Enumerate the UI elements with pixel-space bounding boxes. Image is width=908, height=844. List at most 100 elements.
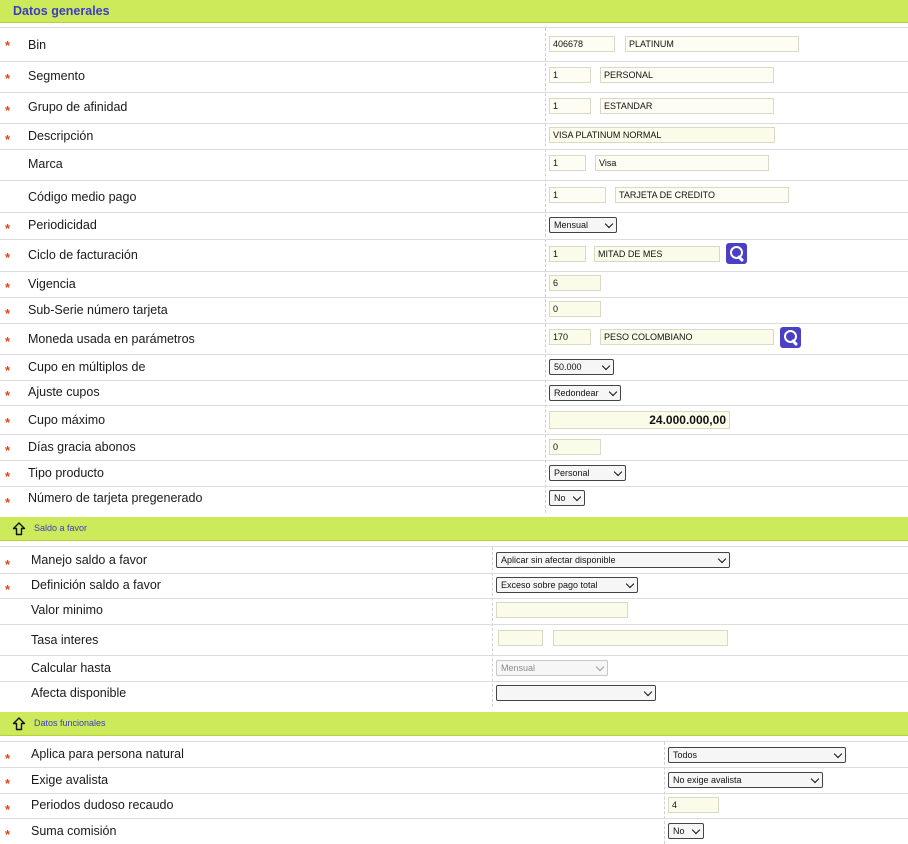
row-cupo-maximo: * Cupo máximo 24.000.000,00: [0, 405, 908, 434]
row-definicion-saldo: * Definición saldo a favor Exceso sobre …: [0, 573, 908, 598]
pregenerado-value: No: [554, 493, 566, 503]
chevron-down-icon: [606, 221, 613, 228]
definicion-value: Exceso sobre pago total: [501, 580, 598, 590]
required-mark: *: [5, 221, 11, 236]
arrow-up-icon[interactable]: [12, 522, 26, 536]
row-subserie: * Sub-Serie número tarjeta 0: [0, 297, 908, 323]
required-mark: *: [5, 827, 11, 842]
avalista-select[interactable]: No exige avalista: [668, 772, 823, 788]
bin-code-field[interactable]: 406678: [549, 36, 615, 52]
required-mark: *: [5, 443, 11, 458]
persona-value: Todos: [673, 750, 698, 760]
segmento-label: Segmento: [28, 69, 85, 83]
calcular-select: Mensual: [496, 660, 608, 676]
tasa-code-field[interactable]: [498, 630, 543, 646]
manejo-select[interactable]: Aplicar sin afectar disponible: [496, 552, 730, 568]
row-dudoso-recaudo: * Periodos dudoso recaudo 4: [0, 793, 908, 818]
moneda-name-field[interactable]: PESO COLOMBIANO: [600, 329, 774, 345]
required-mark: *: [5, 334, 11, 349]
section-title: Saldo a favor: [34, 523, 88, 533]
required-mark: *: [5, 132, 11, 147]
section-header-saldo-a-favor[interactable]: Saldo a favor: [0, 517, 908, 541]
marca-name-field[interactable]: Visa: [595, 155, 769, 171]
descripcion-field[interactable]: VISA PLATINUM NORMAL: [549, 127, 775, 143]
required-mark: *: [5, 250, 11, 265]
tasa-name-field[interactable]: [553, 630, 728, 646]
row-ciclo: * Ciclo de facturación 1 MITAD DE MES: [0, 239, 908, 271]
definicion-select[interactable]: Exceso sobre pago total: [496, 577, 638, 593]
valor-minimo-field[interactable]: [496, 602, 628, 618]
required-mark: *: [5, 582, 11, 597]
grupo-name-field[interactable]: ESTANDAR: [600, 98, 774, 114]
tipo-producto-select[interactable]: Personal: [549, 465, 626, 481]
subserie-label: Sub-Serie número tarjeta: [28, 303, 168, 317]
comision-label: Suma comisión: [31, 824, 117, 838]
calcular-value: Mensual: [501, 663, 536, 673]
persona-select[interactable]: Todos: [668, 747, 846, 763]
cupo-maximo-field[interactable]: 24.000.000,00: [549, 411, 730, 429]
section-header-datos-funcionales[interactable]: Datos funcionales: [0, 712, 908, 736]
cupo-multiplos-select[interactable]: 50.000: [549, 359, 614, 375]
cupo-multiplos-value: 50.000: [554, 362, 582, 372]
avalista-label: Exige avalista: [31, 773, 109, 787]
required-mark: *: [5, 306, 11, 321]
required-mark: *: [5, 415, 11, 430]
chevron-down-icon: [645, 689, 652, 696]
medio-pago-label: Código medio pago: [28, 190, 137, 204]
row-suma-comision: * Suma comisión No: [0, 818, 908, 844]
required-mark: *: [5, 495, 11, 510]
ajuste-cupos-select[interactable]: Redondear: [549, 385, 621, 401]
chevron-down-icon: [603, 363, 610, 370]
ciclo-name-field[interactable]: MITAD DE MES: [594, 246, 720, 262]
cupo-maximo-label: Cupo máximo: [28, 413, 106, 427]
periodicidad-label: Periodicidad: [28, 218, 97, 232]
pregenerado-select[interactable]: No: [549, 490, 585, 506]
chevron-down-icon: [719, 556, 726, 563]
row-valor-minimo: Valor minimo: [0, 598, 908, 624]
bin-label: Bin: [28, 38, 47, 52]
vigencia-field[interactable]: 6: [549, 275, 601, 291]
required-mark: *: [5, 469, 11, 484]
grupo-code-field[interactable]: 1: [549, 98, 591, 114]
section-title: Datos funcionales: [34, 718, 106, 728]
row-tipo-producto: * Tipo producto Personal: [0, 460, 908, 486]
comision-select[interactable]: No: [668, 823, 704, 839]
row-descripcion: * Descripción VISA PLATINUM NORMAL: [0, 123, 908, 149]
moneda-code-field[interactable]: 170: [549, 329, 591, 345]
tasa-label: Tasa interes: [31, 633, 99, 647]
moneda-search-button[interactable]: [780, 327, 801, 348]
ajuste-cupos-label: Ajuste cupos: [28, 385, 100, 399]
row-ajuste-cupos: * Ajuste cupos Redondear: [0, 380, 908, 405]
moneda-label: Moneda usada en parámetros: [28, 332, 195, 346]
row-vigencia: * Vigencia 6: [0, 271, 908, 297]
dudoso-field[interactable]: 4: [668, 797, 719, 813]
definicion-label: Definición saldo a favor: [31, 578, 161, 592]
ciclo-search-button[interactable]: [726, 243, 747, 264]
manejo-label: Manejo saldo a favor: [31, 553, 148, 567]
tipo-producto-label: Tipo producto: [28, 466, 104, 480]
row-persona-natural: * Aplica para persona natural Todos: [0, 742, 908, 767]
required-mark: *: [5, 388, 11, 403]
row-bin: * Bin 406678 PLATINUM: [0, 28, 908, 61]
medio-pago-code-field[interactable]: 1: [549, 187, 606, 203]
dudoso-label: Periodos dudoso recaudo: [31, 798, 174, 812]
dias-gracia-field[interactable]: 0: [549, 439, 601, 455]
ciclo-code-field[interactable]: 1: [549, 246, 586, 262]
afecta-select[interactable]: [496, 685, 656, 701]
chevron-down-icon: [597, 664, 604, 671]
row-exige-avalista: * Exige avalista No exige avalista: [0, 767, 908, 793]
subserie-field[interactable]: 0: [549, 301, 601, 317]
grupo-label: Grupo de afinidad: [28, 100, 128, 114]
periodicidad-select[interactable]: Mensual: [549, 217, 617, 233]
row-dias-gracia: * Días gracia abonos 0: [0, 434, 908, 460]
arrow-up-icon[interactable]: [12, 717, 26, 731]
valor-minimo-label: Valor minimo: [31, 603, 104, 617]
cupo-multiplos-label: Cupo en múltiplos de: [28, 360, 146, 374]
segmento-name-field[interactable]: PERSONAL: [600, 67, 774, 83]
segmento-code-field[interactable]: 1: [549, 67, 591, 83]
row-tasa-interes: Tasa interes: [0, 624, 908, 655]
required-mark: *: [5, 776, 11, 791]
marca-code-field[interactable]: 1: [549, 155, 586, 171]
bin-name-field[interactable]: PLATINUM: [625, 36, 799, 52]
medio-pago-name-field[interactable]: TARJETA DE CREDITO: [615, 187, 789, 203]
